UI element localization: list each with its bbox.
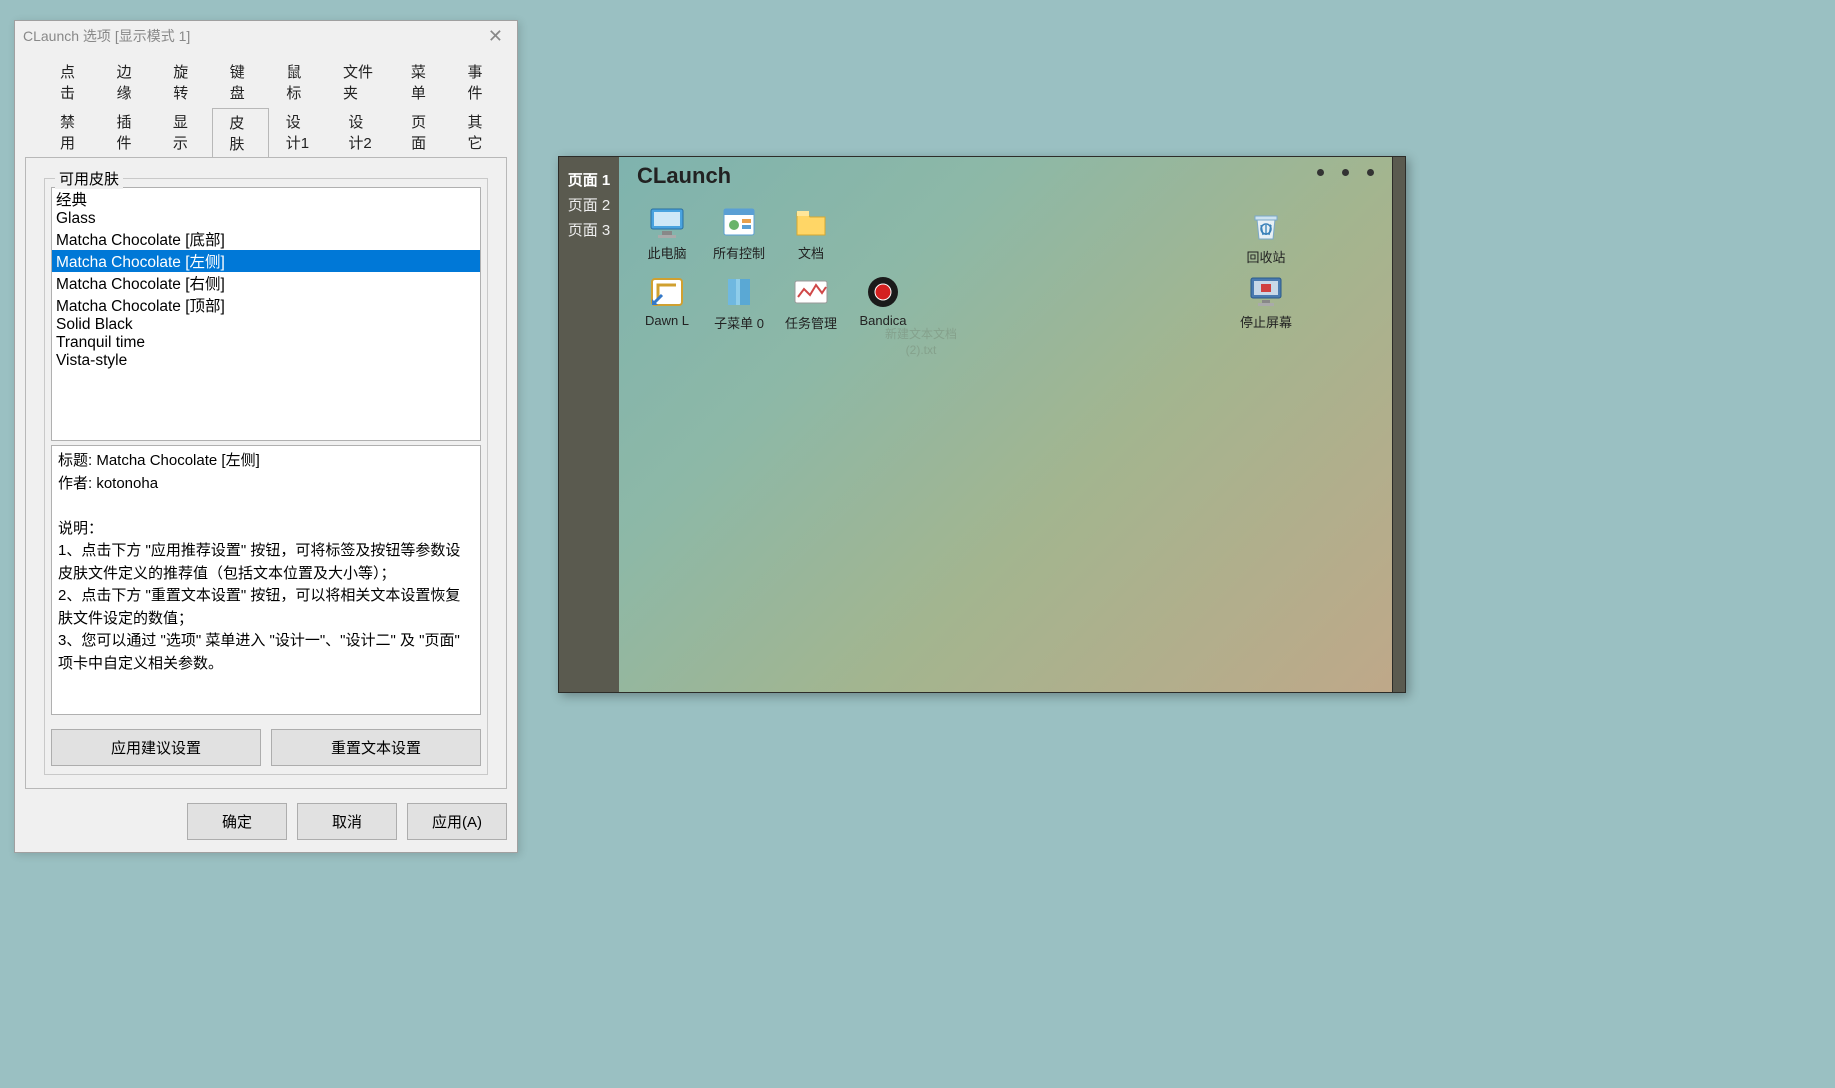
launcher-item-this-pc[interactable]: 此电脑 [631,201,703,269]
tab-页面[interactable]: 页面 [394,107,450,157]
icon-label: 此电脑 [647,243,686,262]
launcher-sidebar: 页面 1页面 2页面 3 [559,157,619,692]
close-icon[interactable]: ✕ [482,26,509,47]
skin-item[interactable]: Matcha Chocolate [底部] [52,228,480,250]
groupbox-available-skins: 可用皮肤 经典GlassMatcha Chocolate [底部]Matcha … [44,178,488,775]
icon-label: 所有控制 [713,243,765,262]
tab-strip: 点击边缘旋转键盘鼠标文件夹菜单事件 禁用插件显示皮肤设计1设计2页面其它 [15,51,517,157]
recycle-bin-icon [1247,207,1285,245]
icon-label: 文档 [798,243,824,262]
tab-显示[interactable]: 显示 [156,107,212,157]
launcher-item-recycle-bin[interactable]: 回收站 [1240,205,1292,266]
page-tab-1[interactable]: 页面 1 [559,167,619,192]
launcher-item-submenu-0[interactable]: 子菜单 0 [703,271,775,339]
info-heading: 说明： [58,518,474,541]
tab-边缘[interactable]: 边缘 [100,57,157,107]
info-line: 1、点击下方 "应用推荐设置" 按钮，可将标签及按钮等参数设 [58,540,474,563]
info-line: 项卡中自定义相关参数。 [58,653,474,676]
page-tab-2[interactable]: 页面 2 [559,192,619,217]
info-line: 2、点击下方 "重置文本设置" 按钮，可以将相关文本设置恢复 [58,585,474,608]
options-dialog: CLaunch 选项 [显示模式 1] ✕ 点击边缘旋转键盘鼠标文件夹菜单事件 … [14,20,518,853]
ok-button[interactable]: 确定 [187,803,287,840]
launcher-item-dawn-l[interactable]: Dawn L [631,271,703,339]
ghost-file-label: 新建文本文档 (2).txt [885,327,957,358]
tab-点击[interactable]: 点击 [43,57,100,107]
icon-label: 停止屏幕 [1240,312,1292,331]
skin-item[interactable]: Tranquil time [52,334,480,352]
tab-皮肤[interactable]: 皮肤 [212,108,268,158]
info-title: 标题: Matcha Chocolate [左侧] [58,450,474,473]
skin-info-box[interactable]: 标题: Matcha Chocolate [左侧] 作者: kotonoha 说… [51,445,481,715]
this-pc-icon [648,203,686,241]
apply-button[interactable]: 应用(A) [407,803,507,840]
tab-其它[interactable]: 其它 [451,107,507,157]
skin-item[interactable]: Matcha Chocolate [右侧] [52,272,480,294]
task-manager-icon [792,273,830,311]
control-panel-icon [720,203,758,241]
tab-鼠标[interactable]: 鼠标 [269,57,326,107]
launcher-item-stop-screen[interactable]: 停止屏幕 [1240,270,1292,331]
info-line: 3、您可以通过 "选项" 菜单进入 "设计一"、"设计二" 及 "页面" [58,630,474,653]
tab-插件[interactable]: 插件 [99,107,155,157]
skin-item[interactable]: Matcha Chocolate [顶部] [52,294,480,316]
submenu-0-icon [720,273,758,311]
tab-设计2[interactable]: 设计2 [331,107,394,157]
page-tab-3[interactable]: 页面 3 [559,217,619,242]
tab-设计1[interactable]: 设计1 [269,107,332,157]
window-controls[interactable] [1317,169,1374,176]
launcher-item-control-panel[interactable]: 所有控制 [703,201,775,269]
bandicam-icon [864,273,902,311]
skin-item[interactable]: Glass [52,210,480,228]
minimize-dot-icon[interactable] [1317,169,1324,176]
close-dot-icon[interactable] [1367,169,1374,176]
skin-listbox[interactable]: 经典GlassMatcha Chocolate [底部]Matcha Choco… [51,187,481,441]
stop-screen-icon [1247,272,1285,310]
skin-item[interactable]: Solid Black [52,316,480,334]
info-line: 肤文件设定的数值； [58,608,474,631]
info-author: 作者: kotonoha [58,473,474,496]
dawn-l-icon [648,273,686,311]
tab-文件夹[interactable]: 文件夹 [326,57,394,107]
launcher-title: CLaunch [619,157,1392,195]
right-frame-strip [1393,157,1405,692]
tab-键盘[interactable]: 键盘 [213,57,270,107]
skin-item[interactable]: 经典 [52,188,480,210]
documents-icon [792,203,830,241]
window-title: CLaunch 选项 [显示模式 1] [23,26,190,46]
launcher-main[interactable]: CLaunch 此电脑所有控制文档Dawn L子菜单 0任务管理Bandica … [619,157,1393,692]
launcher-item-documents[interactable]: 文档 [775,201,847,269]
tab-panel-skin: 可用皮肤 经典GlassMatcha Chocolate [底部]Matcha … [25,157,507,789]
groupbox-title: 可用皮肤 [55,168,123,189]
reset-text-button[interactable]: 重置文本设置 [271,729,481,766]
icon-label: 任务管理 [785,313,837,332]
cancel-button[interactable]: 取消 [297,803,397,840]
tab-禁用[interactable]: 禁用 [43,107,99,157]
icon-label: 子菜单 0 [714,313,764,332]
launcher-window: 页面 1页面 2页面 3 CLaunch 此电脑 所有控制 文档 Dawn L 子菜单 … [558,156,1406,693]
icon-label: Dawn L [645,313,689,328]
launcher-item-task-manager[interactable]: 任务管理 [775,271,847,339]
skin-item[interactable]: Vista-style [52,352,480,370]
tab-菜单[interactable]: 菜单 [394,57,451,107]
info-line: 皮肤文件定义的推荐值（包括文本位置及大小等）； [58,563,474,586]
icon-label: 回收站 [1246,247,1285,266]
apply-recommended-button[interactable]: 应用建议设置 [51,729,261,766]
maximize-dot-icon[interactable] [1342,169,1349,176]
skin-item[interactable]: Matcha Chocolate [左侧] [52,250,480,272]
icon-label: Bandica [860,313,907,328]
tab-事件[interactable]: 事件 [450,57,507,107]
titlebar[interactable]: CLaunch 选项 [显示模式 1] ✕ [15,21,517,51]
tab-旋转[interactable]: 旋转 [156,57,213,107]
